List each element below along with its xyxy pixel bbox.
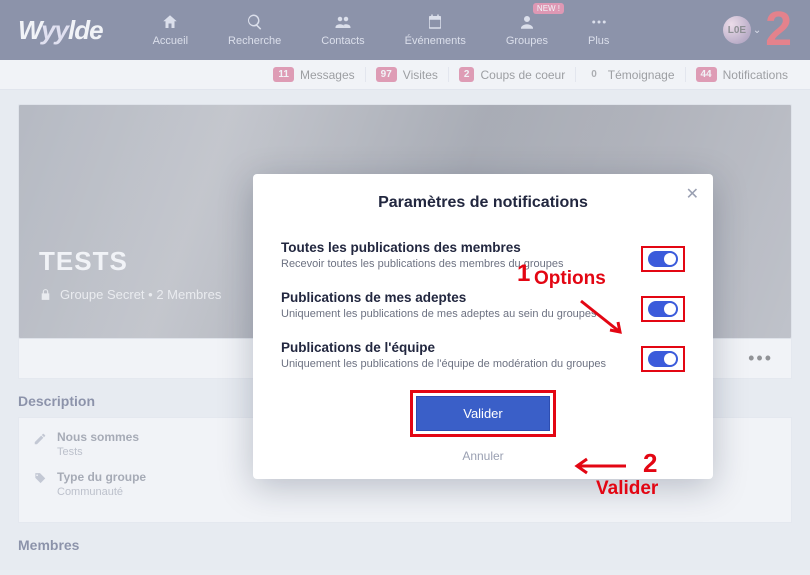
close-button[interactable]: ✕ [686,184,699,204]
toggle-all-posts[interactable] [648,251,678,267]
annotation-frame [641,346,685,372]
notifications-settings-modal: ✕ Paramètres de notifications Toutes les… [253,174,713,479]
cancel-button[interactable]: Annuler [462,449,503,463]
option-followers-title: Publications de mes adeptes [281,290,685,305]
toggle-followers[interactable] [648,301,678,317]
annotation-frame [641,246,685,272]
option-followers-desc: Uniquement les publications de mes adept… [281,308,685,320]
validate-button[interactable]: Valider [416,396,550,431]
annotation-frame [641,296,685,322]
modal-actions: Valider Annuler [281,390,685,463]
option-team-title: Publications de l'équipe [281,340,685,355]
annotation-frame: Valider [410,390,556,437]
option-all-posts-title: Toutes les publications des membres [281,240,685,255]
option-team-desc: Uniquement les publications de l'équipe … [281,358,685,370]
option-all-posts-desc: Recevoir toutes les publications des mem… [281,258,685,270]
option-team-posts: Publications de l'équipe Uniquement les … [281,340,685,370]
modal-title: Paramètres de notifications [281,194,685,212]
toggle-team[interactable] [648,351,678,367]
option-followers-posts: Publications de mes adeptes Uniquement l… [281,290,685,320]
option-all-posts: Toutes les publications des membres Rece… [281,240,685,270]
